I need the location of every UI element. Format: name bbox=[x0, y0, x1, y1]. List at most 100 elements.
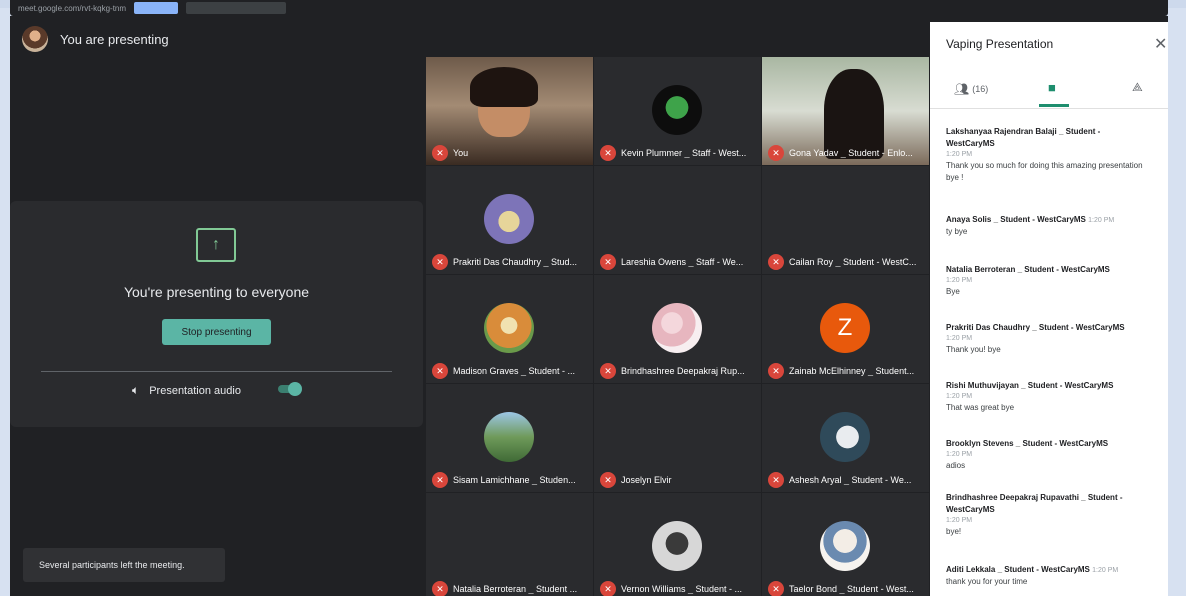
mic-off-icon: ✕ bbox=[600, 581, 616, 596]
video-tile[interactable]: ✕ Gona Yadav _ Student - Enlo... bbox=[762, 57, 929, 165]
participant-avatar bbox=[484, 303, 534, 353]
message-time: 1:20 PM bbox=[1088, 217, 1115, 224]
avatar bbox=[22, 26, 48, 52]
participant-name: Madison Graves _ Student - ... bbox=[453, 366, 576, 376]
message-text: Thank you so much for doing this amazing… bbox=[946, 161, 1143, 182]
tile-name-row: ✕ Kevin Plummer _ Staff - West... bbox=[600, 145, 757, 161]
chat-message: Rishi Muthuvijayan _ Student - WestCaryM… bbox=[946, 380, 1151, 414]
tile-name-row: ✕ Gona Yadav _ Student - Enlo... bbox=[768, 145, 925, 161]
meeting-window: You are presenting ↑ You're presenting t… bbox=[10, 16, 1168, 596]
message-text: Thank you! bye bbox=[946, 345, 1001, 354]
mic-off-icon: ✕ bbox=[768, 254, 784, 270]
message-time: 1:20 PM bbox=[946, 393, 973, 400]
panel-tabs: 👥︎ (16) ■ ⟁ bbox=[930, 74, 1168, 108]
message-sender: Anaya Solis _ Student - WestCaryMS 1:20 … bbox=[946, 214, 1151, 226]
mic-off-icon: ✕ bbox=[432, 472, 448, 488]
toggle-knob bbox=[288, 382, 302, 396]
panel-title: Vaping Presentation bbox=[946, 37, 1054, 51]
chat-message: Brindhashree Deepakraj Rupavathi _ Stude… bbox=[946, 492, 1151, 538]
participant-name: You bbox=[453, 148, 469, 158]
video-tile[interactable]: ✕ Ashesh Aryal _ Student - We... bbox=[762, 384, 929, 492]
video-tile[interactable]: ✕ Cailan Roy _ Student - WestC... bbox=[762, 166, 929, 274]
video-tile[interactable]: Z ✕ Zainab McElhinney _ Student... bbox=[762, 275, 929, 383]
tile-name-row: ✕ Taelor Bond _ Student - West... bbox=[768, 581, 925, 596]
video-tile[interactable]: ✕ Lareshia Owens _ Staff - We... bbox=[594, 166, 761, 274]
stop-presenting-button[interactable]: Stop presenting bbox=[162, 319, 271, 345]
participant-name: Sisam Lamichhane _ Studen... bbox=[453, 475, 576, 485]
video-tile[interactable]: ✕ Taelor Bond _ Student - West... bbox=[762, 493, 929, 596]
tab-people[interactable]: 👥︎ (16) bbox=[954, 82, 988, 96]
participant-hair bbox=[470, 67, 538, 107]
video-tile[interactable]: ✕ Sisam Lamichhane _ Studen... bbox=[426, 384, 593, 492]
participant-name: Ashesh Aryal _ Student - We... bbox=[789, 475, 912, 485]
video-tile[interactable]: ✕ Prakriti Das Chaudhry _ Stud... bbox=[426, 166, 593, 274]
message-time: 1:20 PM bbox=[946, 517, 973, 524]
presenting-message: You're presenting to everyone bbox=[123, 284, 310, 300]
message-time: 1:20 PM bbox=[1092, 567, 1119, 574]
message-sender: Brooklyn Stevens _ Student - WestCaryMS bbox=[946, 439, 1109, 448]
participant-name: Brindhashree Deepakraj Rup... bbox=[621, 366, 745, 376]
speaker-icon: 🔈︎ bbox=[132, 383, 140, 397]
message-text: ty bye bbox=[946, 227, 968, 236]
tile-name-row: ✕ Natalia Berroteran _ Student ... bbox=[432, 581, 589, 596]
video-grid: ✕ You ✕ Kevin Plummer _ Staff - West... … bbox=[426, 57, 930, 596]
tile-name-row: ✕ Prakriti Das Chaudhry _ Stud... bbox=[432, 254, 589, 270]
mic-off-icon: ✕ bbox=[768, 145, 784, 161]
participant-avatar bbox=[484, 412, 534, 462]
participant-name: Kevin Plummer _ Staff - West... bbox=[621, 148, 747, 158]
presenting-title: You are presenting bbox=[60, 31, 169, 47]
participant-avatar bbox=[652, 303, 702, 353]
video-tile[interactable]: ✕ Kevin Plummer _ Staff - West... bbox=[594, 57, 761, 165]
message-time: 1:20 PM bbox=[946, 451, 973, 458]
mic-off-icon: ✕ bbox=[432, 581, 448, 596]
tile-name-row: ✕ Joselyn Elvir bbox=[600, 472, 757, 488]
message-sender-name: Aditi Lekkala _ Student - WestCaryMS bbox=[946, 565, 1090, 574]
mic-off-icon: ✕ bbox=[768, 472, 784, 488]
message-sender-name: Anaya Solis _ Student - WestCaryMS bbox=[946, 215, 1086, 224]
toast-notification: Several participants left the meeting. bbox=[23, 548, 225, 582]
mic-off-icon: ✕ bbox=[600, 254, 616, 270]
participant-avatar bbox=[652, 521, 702, 571]
url-chip-secondary[interactable] bbox=[186, 2, 287, 14]
participant-name: Lareshia Owens _ Staff - We... bbox=[621, 257, 744, 267]
url-text: meet.google.com/rvt-kqkg-tnm bbox=[18, 3, 127, 13]
close-icon[interactable]: ✕ bbox=[1154, 34, 1167, 54]
presentation-audio-toggle[interactable] bbox=[278, 382, 302, 396]
participant-name: Cailan Roy _ Student - WestC... bbox=[789, 257, 917, 267]
mic-off-icon: ✕ bbox=[600, 363, 616, 379]
browser-address-bar[interactable]: meet.google.com/rvt-kqkg-tnm bbox=[10, 0, 1168, 16]
tile-name-row: ✕ You bbox=[432, 145, 589, 161]
message-text: bye! bbox=[946, 527, 962, 536]
participant-name: Taelor Bond _ Student - West... bbox=[789, 584, 914, 594]
presentation-audio-label: Presentation audio bbox=[149, 384, 241, 397]
presenting-card: ↑ You're presenting to everyone Stop pre… bbox=[10, 201, 423, 427]
present-screen-icon: ↑ bbox=[196, 228, 236, 262]
url-chip[interactable] bbox=[134, 2, 179, 14]
tile-name-row: ✕ Cailan Roy _ Student - WestC... bbox=[768, 254, 925, 270]
video-tile[interactable]: ✕ Vernon Williams _ Student - ... bbox=[594, 493, 761, 596]
mic-off-icon: ✕ bbox=[600, 472, 616, 488]
message-text: adios bbox=[946, 461, 966, 470]
mic-off-icon: ✕ bbox=[768, 363, 784, 379]
video-tile[interactable]: ✕ Brindhashree Deepakraj Rup... bbox=[594, 275, 761, 383]
video-tile[interactable]: ✕ Madison Graves _ Student - ... bbox=[426, 275, 593, 383]
video-tile[interactable]: ✕ Joselyn Elvir bbox=[594, 384, 761, 492]
people-count: (16) bbox=[972, 84, 989, 94]
participant-name: Zainab McElhinney _ Student... bbox=[789, 366, 915, 376]
message-sender: Lakshanyaa Rajendran Balaji _ Student - … bbox=[946, 127, 1101, 148]
message-time: 1:20 PM bbox=[946, 277, 973, 284]
people-icon: 👥︎ bbox=[954, 82, 970, 96]
tab-activities[interactable]: ⟁ bbox=[1132, 80, 1143, 95]
participant-name: Natalia Berroteran _ Student ... bbox=[453, 584, 578, 594]
participant-name: Gona Yadav _ Student - Enlo... bbox=[789, 148, 913, 158]
chat-message: Lakshanyaa Rajendran Balaji _ Student - … bbox=[946, 126, 1151, 184]
video-tile[interactable]: ✕ Natalia Berroteran _ Student ... bbox=[426, 493, 593, 596]
chat-message: Aditi Lekkala _ Student - WestCaryMS 1:2… bbox=[946, 564, 1151, 588]
message-text: Bye bbox=[946, 287, 960, 296]
tile-name-row: ✕ Lareshia Owens _ Staff - We... bbox=[600, 254, 757, 270]
participant-avatar bbox=[652, 85, 702, 135]
video-tile[interactable]: ✕ You bbox=[426, 57, 593, 165]
side-panel: Vaping Presentation ✕ 👥︎ (16) ■ ⟁ Laksha… bbox=[930, 22, 1168, 596]
tab-chat[interactable]: ■ bbox=[1048, 80, 1056, 95]
message-text: thank you for your time bbox=[946, 577, 1028, 586]
